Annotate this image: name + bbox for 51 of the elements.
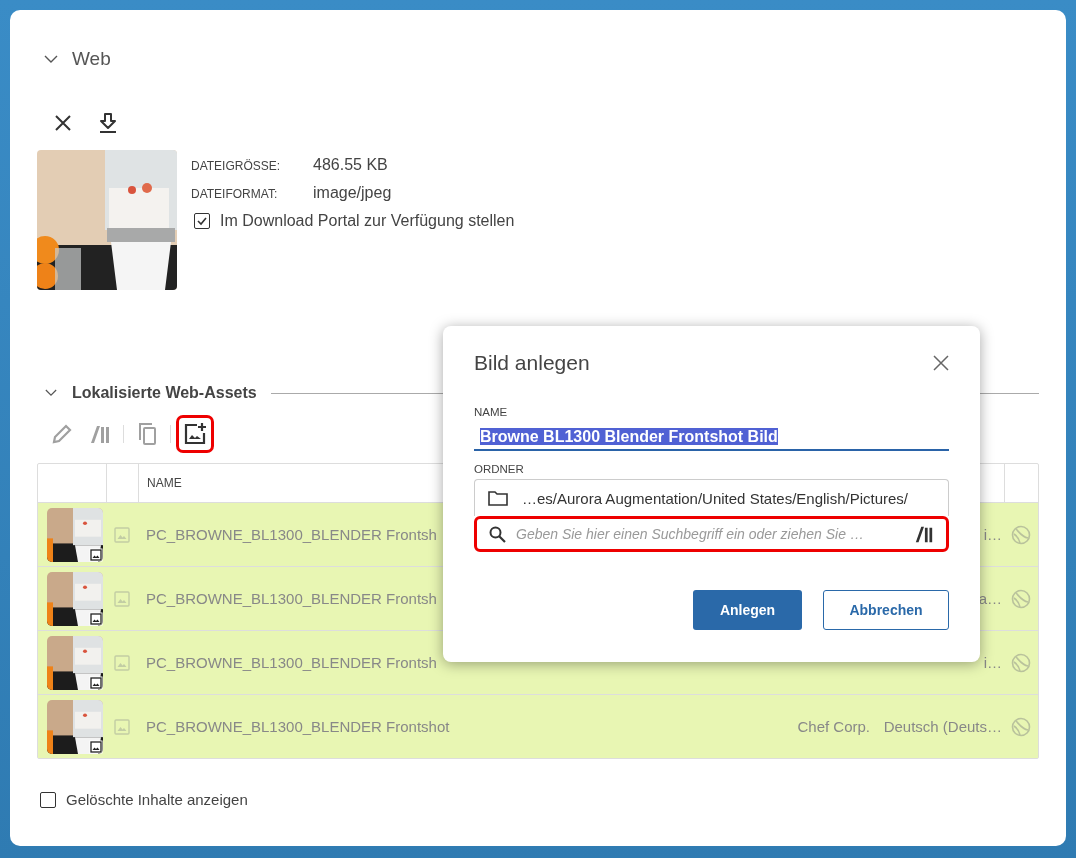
table-cell: Chef Corp. (797, 718, 870, 735)
search-input[interactable]: Geben Sie hier einen Suchbegriff ein oder ziehen Sie … (516, 526, 904, 542)
circle-arc-icon (1011, 652, 1031, 673)
folder-icon (488, 490, 508, 506)
info-value: image/jpeg (313, 184, 392, 202)
image-icon (114, 654, 130, 671)
circle-arc-icon (1011, 588, 1031, 609)
checkbox-label: Im Download Portal zur Verfügung stellen (220, 212, 515, 230)
cancel-button[interactable]: Abbrechen (823, 590, 949, 630)
folder-path: …es/Aurora Augmentation/United States/English/Pictures/ (522, 489, 909, 507)
create-button[interactable]: Anlegen (693, 590, 802, 630)
table-row[interactable]: PC_BROWNE_BL1300_BLENDER Frontshot Chef Corp. Deutsch (Deuts… (38, 694, 1038, 758)
circle-arc-icon (1011, 524, 1031, 545)
table-cell: PC_BROWNE_BL1300_BLENDER Frontsh (146, 526, 437, 543)
circle-arc-icon (1011, 716, 1031, 737)
close-icon[interactable] (54, 114, 72, 132)
chevron-icon[interactable] (45, 389, 57, 397)
table-cell: PC_BROWNE_BL1300_BLENDER Frontshot (146, 718, 450, 735)
search-field[interactable]: Geben Sie hier einen Suchbegriff ein oder ziehen Sie … (474, 516, 949, 552)
table-cell: i… (983, 526, 1002, 543)
add-image-icon (183, 422, 207, 446)
copy-icon (136, 422, 158, 446)
checkbox-label: Gelöschte Inhalte anzeigen (66, 791, 248, 808)
table-cell: i… (983, 654, 1002, 671)
checkbox[interactable] (40, 791, 56, 808)
pencil-icon (51, 423, 73, 445)
close-icon[interactable] (933, 355, 949, 371)
image-icon (114, 718, 130, 735)
info-label: DATEIFORMAT: (191, 187, 279, 201)
table-cell: PC_BROWNE_BL1300_BLENDER Frontsh (146, 654, 437, 671)
dialog-title: Bild anlegen (474, 351, 590, 375)
search-icon (489, 525, 506, 543)
chevron-icon[interactable] (44, 54, 58, 64)
table-cell: PC_BROWNE_BL1300_BLENDER Frontsh (146, 590, 437, 607)
library-icon (89, 423, 111, 445)
checkbox[interactable] (194, 213, 210, 229)
field-label: NAME (474, 406, 509, 418)
field-label: ORDNER (474, 463, 525, 475)
section-title: Lokalisierte Web-Assets (72, 384, 257, 402)
info-label: DATEIGRÖSSE: (191, 159, 282, 173)
library-icon[interactable] (914, 524, 934, 544)
table-cell: Deutsch (Deuts… (883, 718, 1002, 735)
download-icon[interactable] (99, 113, 117, 133)
name-field[interactable]: Browne BL1300 Blender Frontshot Bild (474, 420, 949, 451)
add-image-button[interactable] (179, 418, 211, 450)
info-value: 486.55 KB (313, 156, 388, 174)
image-icon (114, 526, 130, 543)
section-title: Web (72, 48, 111, 70)
table-cell: a… (978, 590, 1002, 607)
image-icon (114, 590, 130, 607)
column-header[interactable]: NAME (147, 476, 182, 490)
